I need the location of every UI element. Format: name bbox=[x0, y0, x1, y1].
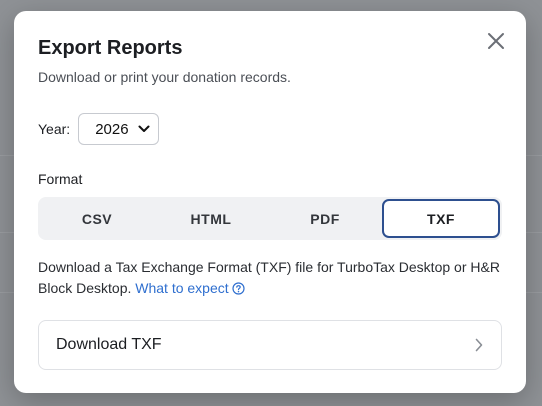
modal-title: Export Reports bbox=[38, 37, 183, 59]
close-button[interactable] bbox=[484, 29, 508, 53]
modal-subtitle: Download or print your donation records. bbox=[38, 69, 291, 85]
question-circle-icon bbox=[232, 282, 245, 295]
export-reports-modal: Export Reports Download or print your do… bbox=[14, 11, 526, 393]
year-row: Year: 2026 bbox=[38, 113, 160, 145]
format-option-csv[interactable]: CSV bbox=[40, 199, 154, 238]
format-option-pdf[interactable]: PDF bbox=[268, 199, 382, 238]
what-to-expect-link[interactable]: What to expect bbox=[135, 280, 245, 296]
format-segmented-control: CSV HTML PDF TXF bbox=[38, 197, 502, 240]
chevron-right-icon bbox=[475, 338, 483, 352]
format-option-txf[interactable]: TXF bbox=[382, 199, 500, 238]
close-icon bbox=[488, 33, 504, 49]
format-description: Download a Tax Exchange Format (TXF) fil… bbox=[38, 257, 502, 299]
format-label: Format bbox=[38, 171, 83, 187]
chevron-down-icon bbox=[138, 125, 150, 132]
format-option-html[interactable]: HTML bbox=[154, 199, 268, 238]
year-select-value: 2026 bbox=[95, 120, 129, 138]
year-label: Year: bbox=[38, 121, 71, 137]
format-description-text: Download a Tax Exchange Format (TXF) fil… bbox=[38, 259, 500, 296]
download-txf-button[interactable]: Download TXF bbox=[38, 320, 502, 370]
what-to-expect-link-text: What to expect bbox=[135, 280, 229, 296]
download-txf-label: Download TXF bbox=[56, 336, 162, 353]
year-select[interactable]: 2026 bbox=[78, 113, 160, 145]
